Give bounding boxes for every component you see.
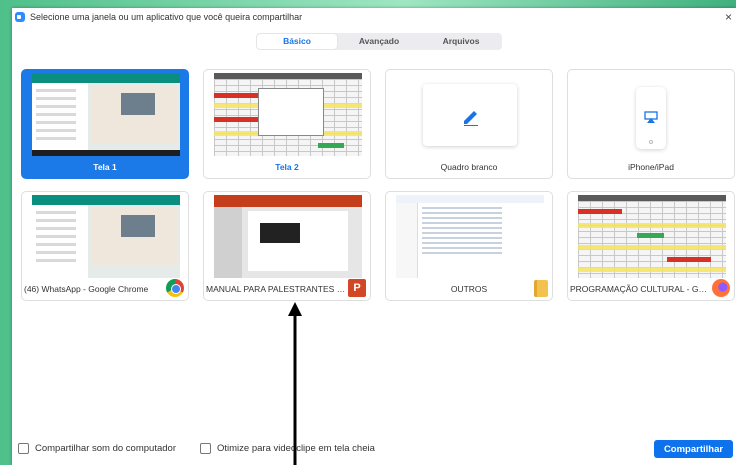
optimize-video-option[interactable]: Otimize para videoclipe em tela cheia [200, 443, 375, 454]
tab-avancado[interactable]: Avançado [339, 34, 419, 49]
powerpoint-icon: P [348, 279, 366, 297]
tab-basico[interactable]: Básico [257, 34, 337, 49]
close-icon[interactable]: × [725, 10, 732, 24]
card-label: (46) WhatsApp - Google Chrome [24, 284, 149, 294]
card-label: Tela 1 [93, 162, 117, 172]
card-label: MANUAL PARA PALESTRANTES C... [206, 284, 346, 294]
share-option-whatsapp-chrome[interactable]: (46) WhatsApp - Google Chrome [21, 191, 189, 301]
share-option-programacao-cultural[interactable]: PROGRAMAÇÃO CULTURAL - Go... [567, 191, 735, 301]
card-label: Quadro branco [440, 162, 498, 172]
zoom-app-icon [15, 12, 25, 22]
share-screen-dialog: Selecione uma janela ou um aplicativo qu… [12, 8, 736, 465]
share-button[interactable]: Compartilhar [654, 440, 733, 458]
share-option-tela-1[interactable]: Tela 1 [21, 69, 189, 179]
tab-arquivos[interactable]: Arquivos [421, 34, 501, 49]
powerpoint-window-thumbnail [214, 195, 362, 278]
whatsapp-window-thumbnail [32, 195, 180, 278]
airplay-icon [644, 111, 658, 123]
share-option-iphone-ipad[interactable]: iPhone/iPad [567, 69, 735, 179]
optimize-video-checkbox[interactable] [200, 443, 211, 454]
firefox-icon [712, 279, 730, 297]
card-label: Tela 2 [275, 162, 299, 172]
pencil-icon [464, 111, 478, 126]
screen-2-thumbnail [214, 73, 362, 156]
card-label: PROGRAMAÇÃO CULTURAL - Go... [570, 284, 710, 294]
dialog-titlebar: Selecione uma janela ou um aplicativo qu… [12, 8, 736, 28]
chrome-icon [166, 279, 184, 297]
dialog-footer: Compartilhar som do computador Otimize p… [12, 440, 736, 460]
share-option-manual-powerpoint[interactable]: MANUAL PARA PALESTRANTES C... P [203, 191, 371, 301]
share-option-quadro-branco[interactable]: Quadro branco [385, 69, 553, 179]
optimize-video-label: Otimize para videoclipe em tela cheia [217, 443, 375, 454]
share-sound-option[interactable]: Compartilhar som do computador [18, 443, 176, 454]
share-sound-checkbox[interactable] [18, 443, 29, 454]
share-sound-label: Compartilhar som do computador [35, 443, 176, 454]
spreadsheet-window-thumbnail [578, 195, 726, 278]
card-label: iPhone/iPad [628, 162, 674, 172]
explorer-window-thumbnail [396, 195, 544, 278]
share-option-tela-2[interactable]: Tela 2 [203, 69, 371, 179]
screen-1-thumbnail [32, 73, 180, 156]
dialog-title: Selecione uma janela ou um aplicativo qu… [30, 12, 303, 22]
folder-icon [534, 280, 548, 297]
card-label: OUTROS [450, 284, 488, 294]
phone-icon [636, 87, 666, 149]
share-option-outros[interactable]: OUTROS [385, 191, 553, 301]
tab-bar: Básico Avançado Arquivos [256, 33, 502, 50]
